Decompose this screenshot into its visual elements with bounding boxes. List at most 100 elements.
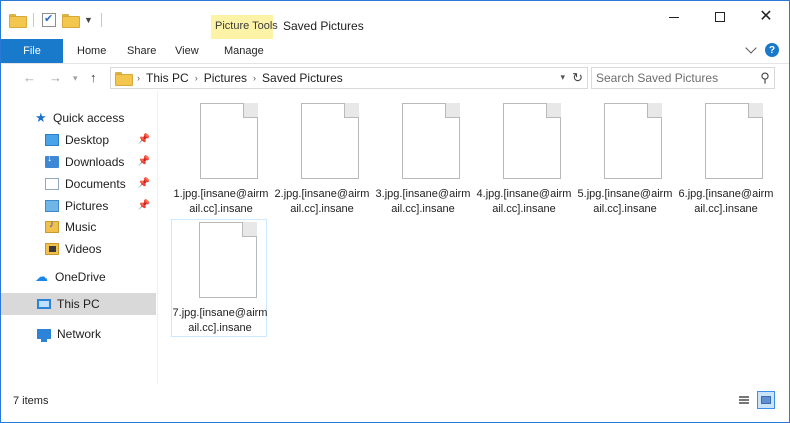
pane-divider[interactable] [157, 91, 158, 384]
file-icon-fold [344, 103, 359, 118]
ribbon-right-controls: ? [745, 42, 779, 57]
folder-icon [9, 14, 27, 28]
details-view-icon [739, 396, 749, 404]
address-history-dropdown-icon[interactable]: ▾ [560, 72, 565, 83]
file-name: 7.jpg.[insane@airmail.cc].insane [172, 307, 268, 334]
breadcrumb-pictures[interactable]: Pictures [204, 71, 247, 85]
file-item[interactable]: 7.jpg.[insane@airmail.cc].insane [171, 219, 267, 337]
maximize-button[interactable] [697, 1, 743, 33]
sidebar-item-videos[interactable]: Videos [1, 238, 156, 260]
pin-icon[interactable]: 📌 [138, 156, 150, 167]
tab-share[interactable]: Share [127, 45, 156, 57]
sidebar-item-label: Desktop [65, 133, 110, 147]
breadcrumb-separator-icon[interactable]: › [253, 73, 256, 83]
large-icons-view-icon [761, 396, 771, 404]
desktop-icon [45, 134, 59, 146]
tab-home[interactable]: Home [77, 45, 106, 57]
search-icon[interactable]: ⚲ [756, 70, 774, 86]
maximize-icon [715, 12, 725, 22]
sidebar-item-music[interactable]: Music [1, 216, 156, 238]
file-icon-fold [243, 103, 258, 118]
file-name: 5.jpg.[insane@airmail.cc].insane [577, 188, 673, 215]
tab-manage[interactable]: Manage [224, 45, 264, 57]
sidebar-item-pictures[interactable]: Pictures 📌 [1, 195, 156, 217]
minimize-button[interactable] [651, 1, 697, 33]
close-icon: ✕ [759, 8, 773, 25]
large-icons-view-button[interactable] [757, 391, 775, 409]
file-item[interactable]: 2.jpg.[insane@airmail.cc].insane [274, 101, 370, 219]
minimize-icon [669, 16, 679, 18]
navigation-pane: ★ Quick access Desktop 📌 Downloads 📌 Doc… [1, 101, 156, 384]
documents-icon [45, 178, 59, 190]
window-controls: ✕ [651, 1, 789, 33]
refresh-icon[interactable]: ↻ [572, 70, 583, 86]
quick-access-toolbar: ▼ [9, 12, 104, 28]
pin-icon[interactable]: 📌 [138, 178, 150, 189]
sidebar-item-documents[interactable]: Documents 📌 [1, 173, 156, 195]
title-bar: ▼ Picture Tools Saved Pictures ✕ [1, 1, 789, 63]
details-view-button[interactable] [735, 391, 753, 409]
sidebar-item-desktop[interactable]: Desktop 📌 [1, 129, 156, 151]
sidebar-item-label: Documents [65, 177, 126, 191]
file-icon-fold [445, 103, 460, 118]
videos-icon [45, 243, 59, 255]
search-input[interactable] [592, 71, 756, 85]
up-arrow-icon[interactable]: ↑ [90, 70, 97, 85]
music-icon [45, 219, 59, 233]
toolbar-separator [100, 13, 102, 27]
file-name: 2.jpg.[insane@airmail.cc].insane [274, 188, 370, 215]
file-name: 3.jpg.[insane@airmail.cc].insane [375, 188, 471, 215]
sidebar-item-label: OneDrive [55, 270, 106, 284]
status-bar: 7 items [1, 389, 789, 422]
breadcrumb-separator-icon[interactable]: › [137, 73, 140, 83]
back-arrow-icon[interactable]: ← [23, 70, 36, 85]
new-folder-icon[interactable] [62, 14, 80, 28]
address-bar[interactable]: › This PC › Pictures › Saved Pictures ▾ … [110, 67, 588, 89]
tab-view[interactable]: View [175, 45, 199, 57]
breadcrumb-this-pc[interactable]: This PC [146, 71, 189, 85]
picture-tools-label: Picture Tools [215, 20, 278, 32]
customize-toolbar-dropdown-icon[interactable]: ▼ [84, 15, 93, 25]
ribbon-tabs: File Home Share View Manage ? [1, 39, 789, 63]
recent-locations-dropdown-icon[interactable]: ▾ [73, 73, 78, 84]
file-icon-fold [647, 103, 662, 118]
sidebar-item-onedrive[interactable]: ☁ OneDrive [1, 266, 156, 288]
file-name: 1.jpg.[insane@airmail.cc].insane [173, 188, 269, 215]
file-item[interactable]: 5.jpg.[insane@airmail.cc].insane [577, 101, 673, 219]
sidebar-item-label: Quick access [53, 111, 125, 125]
close-button[interactable]: ✕ [743, 1, 789, 33]
tab-file[interactable]: File [1, 39, 63, 63]
sidebar-item-downloads[interactable]: Downloads 📌 [1, 151, 156, 173]
pin-icon[interactable]: 📌 [138, 200, 150, 211]
breadcrumb-separator-icon[interactable]: › [195, 73, 198, 83]
file-icon-fold [242, 222, 257, 237]
star-icon: ★ [35, 110, 47, 125]
sidebar-item-quick-access[interactable]: ★ Quick access [1, 107, 156, 129]
properties-checkbox-icon[interactable] [42, 12, 56, 27]
expand-ribbon-chevron-icon[interactable] [745, 42, 757, 54]
sidebar-item-label: Videos [65, 242, 102, 256]
file-item[interactable]: 6.jpg.[insane@airmail.cc].insane [678, 101, 774, 219]
pictures-icon [45, 200, 59, 212]
file-item[interactable]: 4.jpg.[insane@airmail.cc].insane [476, 101, 572, 219]
sidebar-item-label: Music [65, 220, 97, 234]
breadcrumb-saved-pictures[interactable]: Saved Pictures [262, 71, 343, 85]
computer-icon [37, 299, 51, 309]
sidebar-item-network[interactable]: Network [1, 323, 156, 345]
file-explorer-window: ▼ Picture Tools Saved Pictures ✕ File Ho… [0, 0, 790, 423]
view-switcher [735, 391, 775, 409]
window-title: Saved Pictures [283, 19, 364, 33]
item-count: 7 items [13, 395, 49, 407]
search-box[interactable]: ⚲ [591, 67, 775, 89]
file-name: 4.jpg.[insane@airmail.cc].insane [476, 188, 572, 215]
forward-arrow-icon[interactable]: → [49, 70, 62, 85]
toolbar-separator [33, 13, 34, 27]
pin-icon[interactable]: 📌 [138, 134, 150, 145]
file-name: 6.jpg.[insane@airmail.cc].insane [678, 188, 774, 215]
file-icon-fold [546, 103, 561, 118]
help-icon[interactable]: ? [765, 43, 779, 57]
file-item[interactable]: 1.jpg.[insane@airmail.cc].insane [173, 101, 269, 219]
file-item[interactable]: 3.jpg.[insane@airmail.cc].insane [375, 101, 471, 219]
sidebar-item-label: This PC [57, 297, 100, 311]
sidebar-item-this-pc[interactable]: This PC [1, 293, 156, 315]
